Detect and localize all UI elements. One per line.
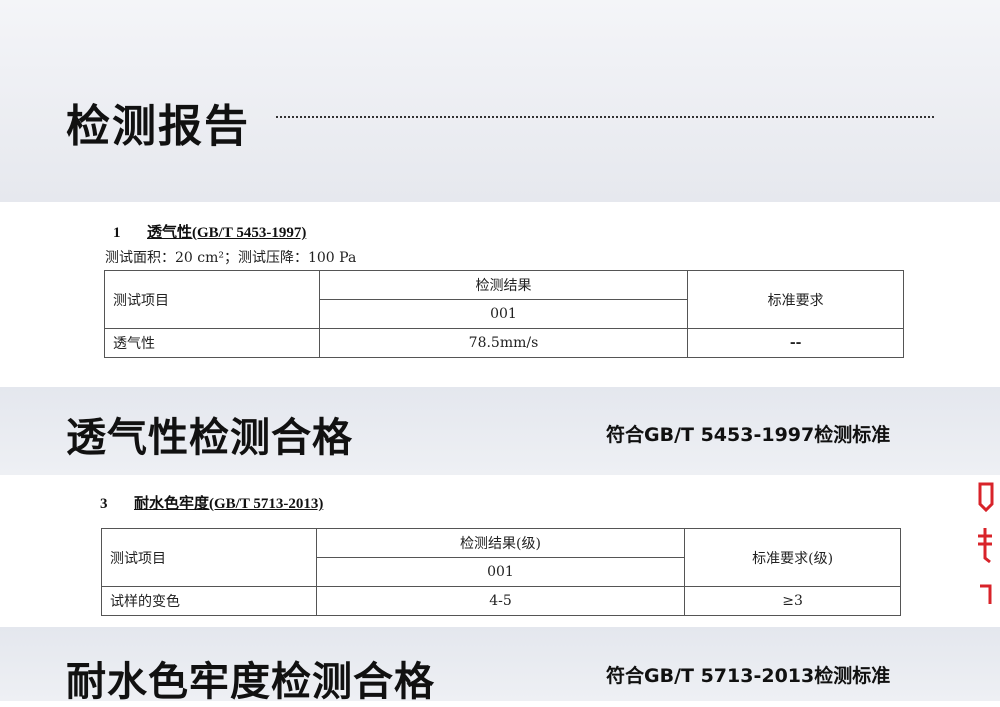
section-3-heading: 3 耐水色牢度(GB/T 5713-2013) bbox=[100, 492, 323, 513]
table-1-header-item: 测试项目 bbox=[104, 270, 320, 329]
table-1-row-result: 78.5mm/s bbox=[318, 328, 689, 358]
table-1-row-standard: -- bbox=[687, 328, 904, 358]
table-3-header-sample: 001 bbox=[315, 557, 686, 587]
banner-1-label: 透气性检测合格 bbox=[66, 415, 353, 461]
section-1-number: 1 bbox=[113, 225, 121, 241]
table-row: 透气性 78.5mm/s -- bbox=[104, 328, 904, 358]
banner-2-standard: 符合GB/T 5713-2013检测标准 bbox=[606, 665, 891, 687]
table-3-header-item: 测试项目 bbox=[101, 528, 317, 587]
section-3-name: 耐水色牢度(GB/T 5713-2013) bbox=[134, 496, 324, 512]
section-3-number: 3 bbox=[100, 496, 108, 512]
section-1-heading: 1 透气性(GB/T 5453-1997) bbox=[113, 221, 306, 242]
table-1-header-sample: 001 bbox=[318, 299, 689, 329]
banner-1-standard: 符合GB/T 5453-1997检测标准 bbox=[606, 424, 891, 446]
table-3-row-standard: ≥3 bbox=[684, 586, 901, 616]
table-row: 试样的变色 4-5 ≥3 bbox=[101, 586, 901, 616]
title-dotted-rule bbox=[276, 116, 934, 118]
table-1-header-result: 检测结果 bbox=[318, 270, 689, 300]
section-3-table: 测试项目 检测结果(级) 标准要求(级) 001 试样的变色 4-5 ≥3 bbox=[101, 528, 901, 616]
table-1-header-standard: 标准要求 bbox=[687, 270, 904, 329]
page-title: 检测报告 bbox=[66, 101, 250, 152]
table-3-header-standard: 标准要求(级) bbox=[684, 528, 901, 587]
banner-2-label: 耐水色牢度检测合格 bbox=[66, 659, 435, 705]
table-3-row-result: 4-5 bbox=[315, 586, 686, 616]
red-stamp-fragment-icon bbox=[978, 482, 994, 604]
section-1-note: 测试面积：20 cm²；测试压降：100 Pa bbox=[105, 250, 357, 266]
table-3-row-item: 试样的变色 bbox=[101, 586, 317, 616]
table-3-header-result: 检测结果(级) bbox=[315, 528, 686, 558]
section-1-table: 测试项目 检测结果 标准要求 001 透气性 78.5mm/s -- bbox=[104, 270, 904, 358]
table-1-row-item: 透气性 bbox=[104, 328, 320, 358]
section-1-name: 透气性(GB/T 5453-1997) bbox=[147, 225, 307, 241]
